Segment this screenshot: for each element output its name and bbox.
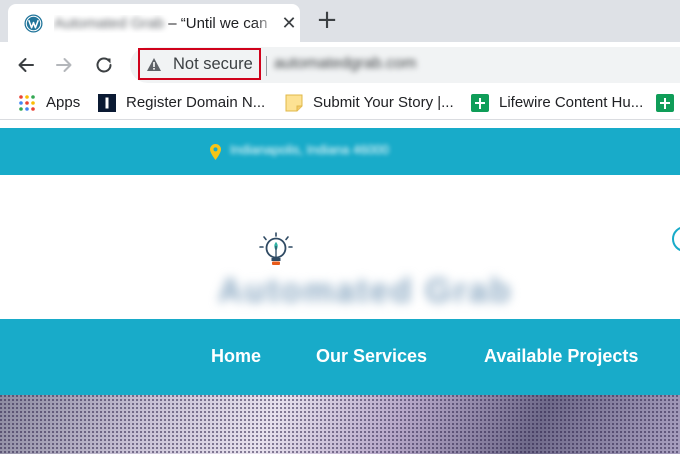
close-tab-icon[interactable]: ✕: [280, 15, 298, 33]
bookmark-label: Lifewire Content Hu...: [499, 94, 644, 111]
bookmark-label: Apps: [46, 94, 81, 111]
security-label: Not secure: [173, 55, 253, 73]
warning-triangle-icon: [147, 58, 161, 71]
new-tab-button[interactable]: +: [314, 7, 340, 33]
address-divider: [266, 56, 267, 76]
forward-arrow-icon[interactable]: [52, 53, 76, 77]
sheets-icon: [471, 94, 489, 112]
site-nav: Home Our Services Available Projects: [0, 319, 680, 395]
hero-image: [0, 395, 680, 454]
tab-title-blurred: Automated Grab: [54, 15, 165, 32]
domain-registrar-icon: [98, 94, 116, 112]
site-address: Indianapolis, Indiana 46000: [230, 142, 390, 157]
nav-our-services[interactable]: Our Services: [316, 346, 427, 366]
wordpress-icon: [24, 14, 43, 33]
url-text[interactable]: automatedgrab.com: [274, 55, 416, 73]
sticky-note-icon: [285, 94, 303, 112]
reload-icon[interactable]: [92, 53, 116, 77]
security-indicator[interactable]: Not secure: [138, 48, 261, 80]
tab-title-text: – “Until we can: [164, 15, 268, 32]
site-top-bar: Indianapolis, Indiana 46000: [0, 128, 680, 175]
lightbulb-logo-icon: [259, 232, 293, 265]
bookmark-label: Register Domain N...: [126, 94, 266, 111]
bookmark-label: Submit Your Story |...: [313, 94, 454, 111]
back-arrow-icon[interactable]: [14, 53, 38, 77]
tab-title-fade: [254, 10, 276, 36]
nav-available-projects[interactable]: Available Projects: [484, 346, 638, 366]
tab-title: Automated Grab – “Until we can: [54, 15, 276, 33]
nav-home[interactable]: Home: [211, 346, 261, 366]
active-tab[interactable]: Automated Grab – “Until we can ✕: [8, 4, 300, 42]
apps-grid-icon: [19, 95, 35, 111]
sheets-icon: [656, 94, 674, 112]
tab-strip: Automated Grab – “Until we can ✕ +: [0, 0, 680, 42]
site-name[interactable]: Automated Grab: [218, 272, 512, 311]
bookmarks-bar: Apps Register Domain N... Submit Your St…: [0, 88, 680, 120]
location-pin-icon: [210, 144, 221, 160]
